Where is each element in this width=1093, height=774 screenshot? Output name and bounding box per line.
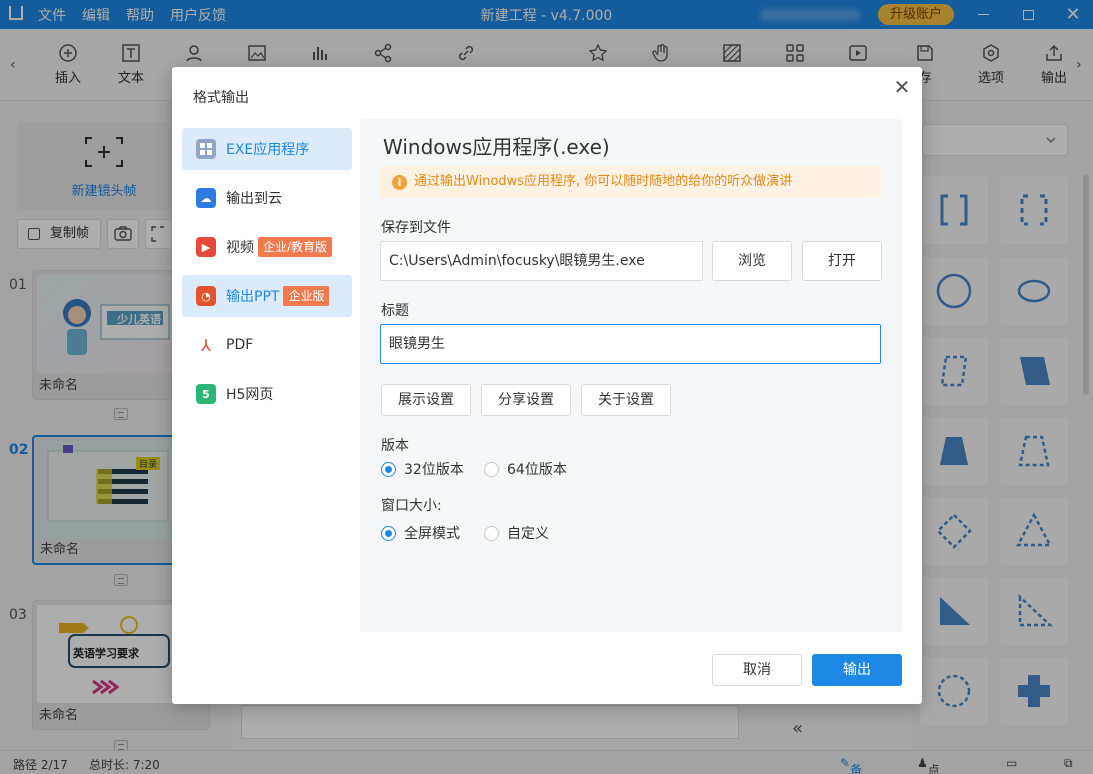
open-button[interactable]: 打开 — [802, 241, 882, 281]
ppt-icon: ◔ — [196, 286, 216, 306]
browse-button[interactable]: 浏览 — [712, 241, 792, 281]
radio-selected-icon — [381, 461, 396, 477]
notice-text: 通过输出Winodws应用程序, 你可以随时随地的给你的听众做演讲 — [414, 174, 793, 189]
nav-pdf[interactable]: ⅄ PDF — [182, 324, 352, 366]
fullscreen-label: 全屏模式 — [404, 526, 460, 542]
custom-size-label: 自定义 — [507, 526, 549, 542]
fullscreen-radio[interactable]: 全屏模式 — [381, 523, 460, 543]
nav-video[interactable]: ▶ 视频 企业/教育版 — [182, 226, 352, 268]
close-icon: ✕ — [893, 75, 911, 99]
nav-ppt[interactable]: ◔ 输出PPT 企业版 — [182, 275, 352, 317]
version-64bit-label: 64位版本 — [507, 462, 567, 478]
window-size-label: 窗口大小: — [381, 498, 442, 514]
radio-unselected-icon — [484, 461, 499, 477]
nav-exe[interactable]: EXE应用程序 — [182, 128, 352, 170]
cloud-icon: ☁ — [196, 188, 216, 208]
dialog-title: 格式输出 — [193, 90, 249, 106]
save-file-label: 保存到文件 — [381, 220, 451, 236]
nav-exe-label: EXE应用程序 — [226, 142, 310, 158]
version-32bit-radio[interactable]: 32位版本 — [381, 459, 464, 479]
html5-icon: 5 — [196, 384, 216, 404]
save-path-input[interactable]: C:\Users\Admin\focusky\眼镜男生.exe — [380, 241, 703, 281]
export-heading: Windows应用程序(.exe) — [383, 135, 610, 159]
windows-icon — [196, 139, 216, 159]
title-input[interactable]: 眼镜男生 — [380, 324, 881, 364]
edition-badge: 企业版 — [283, 286, 330, 306]
title-field-label: 标题 — [381, 303, 409, 319]
cancel-button[interactable]: 取消 — [712, 654, 802, 686]
nav-pdf-label: PDF — [226, 337, 254, 353]
info-icon: i — [392, 175, 407, 190]
version-label: 版本 — [381, 438, 409, 454]
info-notice: i 通过输出Winodws应用程序, 你可以随时随地的给你的听众做演讲 — [380, 166, 881, 198]
nav-cloud[interactable]: ☁ 输出到云 — [182, 177, 352, 219]
nav-ppt-label: 输出PPT — [226, 289, 280, 305]
video-play-icon: ▶ — [196, 237, 216, 257]
export-dialog: 格式输出 ✕ EXE应用程序 ☁ 输出到云 ▶ 视频 企业/教育版 ◔ 输出PP… — [172, 67, 922, 704]
display-settings-button[interactable]: 展示设置 — [381, 384, 471, 416]
nav-h5-label: H5网页 — [226, 387, 274, 403]
radio-unselected-icon — [484, 525, 499, 541]
radio-selected-icon — [381, 525, 396, 541]
version-64bit-radio[interactable]: 64位版本 — [484, 459, 567, 479]
nav-cloud-label: 输出到云 — [226, 191, 282, 207]
share-settings-button[interactable]: 分享设置 — [481, 384, 571, 416]
nav-video-label: 视频 — [226, 240, 254, 256]
dialog-close-button[interactable]: ✕ — [892, 77, 912, 97]
version-32bit-label: 32位版本 — [404, 462, 464, 478]
export-settings-panel: Windows应用程序(.exe) i 通过输出Winodws应用程序, 你可以… — [360, 119, 902, 632]
about-settings-button[interactable]: 关于设置 — [581, 384, 671, 416]
custom-size-radio[interactable]: 自定义 — [484, 523, 549, 543]
export-button[interactable]: 输出 — [812, 654, 902, 686]
nav-h5[interactable]: 5 H5网页 — [182, 373, 352, 415]
pdf-icon: ⅄ — [196, 335, 216, 355]
edition-badge: 企业/教育版 — [258, 237, 333, 257]
